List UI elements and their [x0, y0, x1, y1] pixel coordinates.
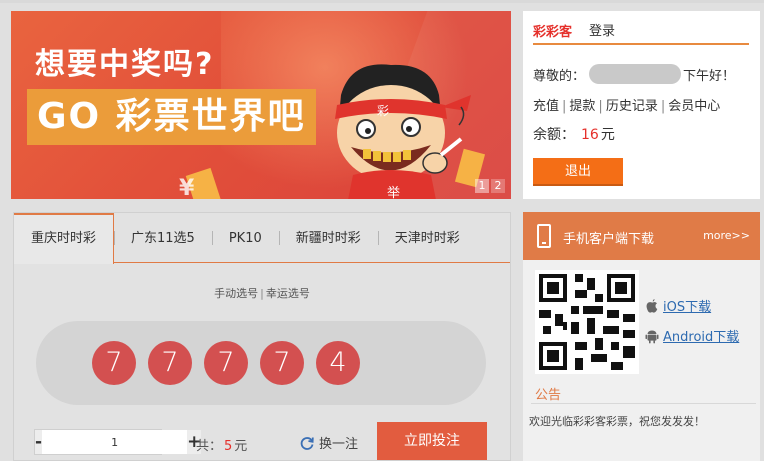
history-link[interactable]: 历史记录: [606, 99, 658, 114]
android-icon: [645, 330, 659, 343]
login-header: 彩彩客 登录: [533, 19, 749, 45]
app-download-title: 手机客户端下载: [563, 232, 655, 247]
number-ball[interactable]: 7: [148, 341, 192, 385]
ios-download-link[interactable]: iOS下载: [645, 296, 711, 315]
promo-banner[interactable]: 想要中奖吗? GO 彩票世界吧 ¥ ¥ 彩 举 1 2: [11, 11, 511, 199]
number-balls: 7 7 7 7 4: [36, 321, 486, 405]
withdraw-link[interactable]: 提款: [569, 99, 595, 114]
logout-button[interactable]: 退出: [533, 158, 623, 186]
pager-dot-1[interactable]: 1: [475, 179, 489, 193]
tab-pk10[interactable]: PK10: [211, 213, 279, 263]
balance: 余额： 16 元: [533, 127, 615, 143]
app-download-panel: 手机客户端下载 more>> iOS下载 Android下载 公告 欢迎光临彩彩…: [523, 212, 760, 461]
place-bet-button[interactable]: 立即投注: [377, 422, 487, 460]
lucky-pick-link[interactable]: 幸运选号: [266, 287, 310, 300]
pager-dot-2[interactable]: 2: [491, 179, 505, 193]
headband-text: 彩: [377, 104, 389, 118]
number-ball[interactable]: 7: [204, 341, 248, 385]
brand-logo: 彩彩客: [533, 25, 573, 40]
refresh-pick-button[interactable]: 换一注: [299, 433, 358, 452]
more-link[interactable]: more>>: [703, 229, 750, 242]
greeting: 尊敬的： 下午好！: [533, 64, 735, 84]
manual-pick-link[interactable]: 手动选号: [214, 287, 258, 300]
notice-title: 公告: [535, 388, 562, 403]
balance-amount: 16: [581, 127, 599, 143]
recharge-link[interactable]: 充值: [533, 99, 559, 114]
number-ball[interactable]: 7: [260, 341, 304, 385]
total-cost: 共： 5 元: [196, 439, 248, 454]
lottery-tabs: 重庆时时彩 广东11选5 PK10 新疆时时彩 天津时时彩: [14, 213, 510, 264]
masked-username: [589, 64, 682, 84]
divider: [531, 403, 756, 404]
qr-code-icon: [535, 270, 639, 374]
yen-icon: ¥: [179, 176, 195, 199]
pick-mode: 手动选号 | 幸运选号: [214, 287, 310, 300]
mascot-illustration: 彩 举: [335, 64, 471, 199]
android-download-link[interactable]: Android下载: [645, 326, 739, 345]
notice-text: 欢迎光临彩彩客彩票，祝您发发发！: [529, 415, 705, 428]
account-links: 充值 | 提款 | 历史记录 | 会员中心: [533, 99, 721, 114]
tab-chongqing[interactable]: 重庆时时彩: [14, 213, 115, 264]
tab-tianjin[interactable]: 天津时时彩: [377, 213, 477, 263]
banner-slogan: GO 彩票世界吧: [27, 89, 316, 145]
banner-headline: 想要中奖吗?: [35, 47, 215, 82]
number-ball[interactable]: 7: [92, 341, 136, 385]
quantity-stepper: - +: [34, 429, 202, 455]
number-ball[interactable]: 4: [316, 341, 360, 385]
login-title: 登录: [589, 24, 616, 39]
quantity-input[interactable]: [42, 430, 188, 454]
banner-pager: 1 2: [475, 179, 505, 193]
apple-icon: [646, 298, 658, 313]
member-center-link[interactable]: 会员中心: [668, 99, 720, 114]
app-download-header: 手机客户端下载 more>>: [523, 212, 760, 260]
decrement-button[interactable]: -: [35, 430, 43, 454]
login-panel: 彩彩客 登录 尊敬的： 下午好！ 充值 | 提款 | 历史记录 | 会员中心 余额： 16 元 …: [523, 11, 760, 199]
tab-guangdong-11x5[interactable]: 广东11选5: [114, 213, 212, 263]
top-border: [0, 0, 764, 3]
tab-xinjiang[interactable]: 新疆时时彩: [278, 213, 378, 263]
phone-icon: [537, 224, 551, 248]
total-amount: 5: [224, 439, 233, 454]
lottery-panel: 重庆时时彩 广东11选5 PK10 新疆时时彩 天津时时彩 手动选号 | 幸运选号 …: [13, 212, 511, 461]
refresh-icon: [300, 436, 314, 450]
shirt-text: 举: [387, 186, 400, 199]
